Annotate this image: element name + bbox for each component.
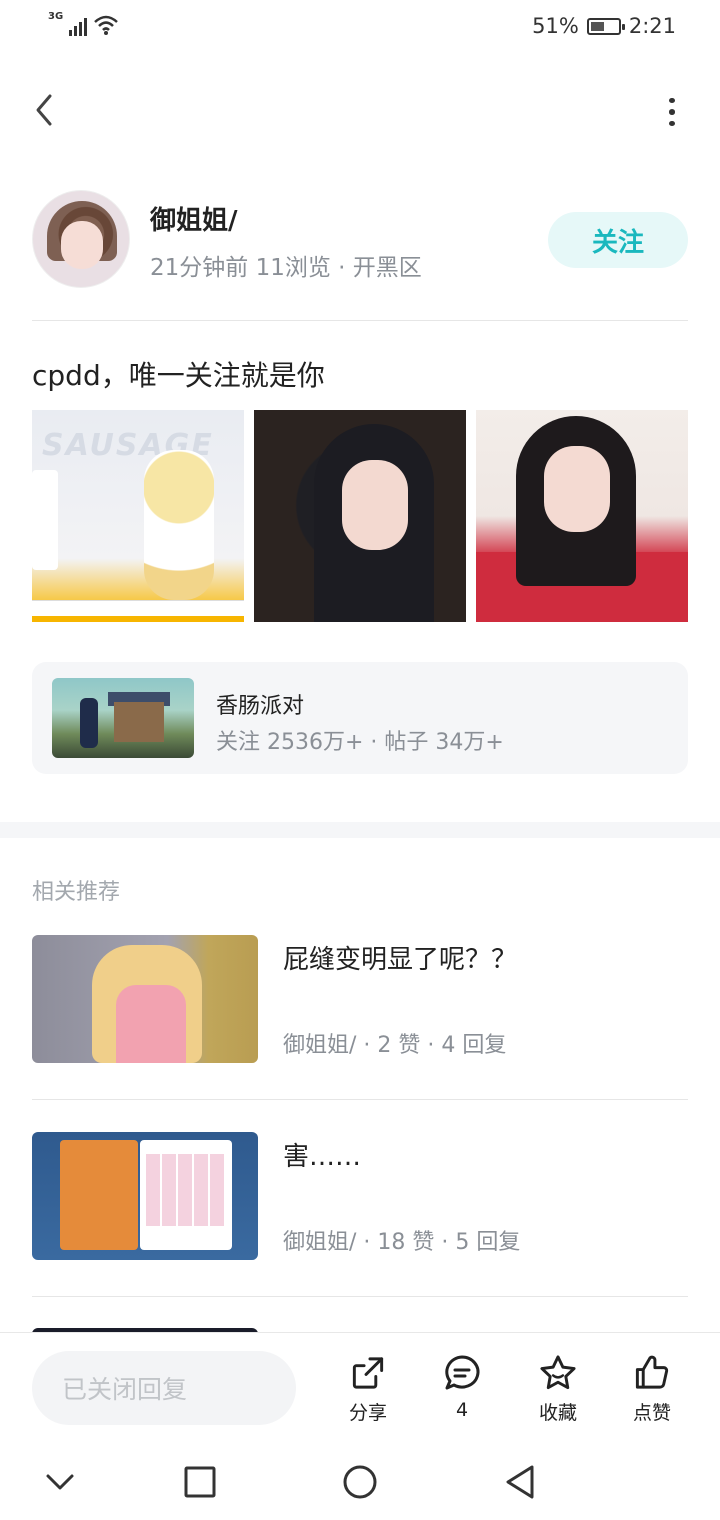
bottom-action-bar: 已关闭回复 分享 4 收藏 点赞 [0, 1332, 720, 1440]
network-type: 3G [48, 11, 64, 22]
recents-square-icon[interactable] [180, 1462, 220, 1502]
wifi-icon [94, 15, 119, 35]
share-icon [352, 1357, 384, 1389]
clock: 2:21 [628, 14, 676, 38]
chevron-left-icon[interactable] [26, 90, 66, 130]
post-images: SAUSAGE [32, 410, 688, 622]
battery-percent: 51% [532, 14, 579, 38]
like-label: 点赞 [632, 1402, 671, 1424]
chevron-down-icon[interactable] [40, 1462, 80, 1502]
game-title: 香肠派对 [216, 694, 305, 719]
more-vertical-icon[interactable] [664, 98, 680, 126]
status-bar: 3G 51% 2:21 [0, 0, 720, 56]
like-button[interactable]: 点赞 [622, 1353, 682, 1425]
comment-icon [445, 1355, 480, 1390]
game-card[interactable]: 香肠派对 关注 2536万+ · 帖子 34万+ [32, 662, 688, 774]
favorite-button[interactable]: 收藏 [528, 1353, 588, 1425]
star-icon [540, 1355, 576, 1390]
game-thumbnail [52, 678, 194, 758]
divider [32, 320, 688, 321]
follow-button[interactable]: 关注 [548, 212, 688, 268]
post-meta: 21分钟前 11浏览 · 开黑区 [150, 255, 422, 281]
author-row: 御姐姐/ 21分钟前 11浏览 · 开黑区 关注 [32, 190, 688, 290]
section-separator [0, 822, 720, 838]
list-item-meta: 御姐姐/ · 2 赞 · 4 回复 [283, 1033, 507, 1058]
divider [32, 1296, 688, 1297]
list-item[interactable]: 屁缝变明显了呢？？ 御姐姐/ · 2 赞 · 4 回复 [32, 935, 688, 1063]
author-name[interactable]: 御姐姐/ [150, 200, 238, 237]
favorite-label: 收藏 [538, 1402, 577, 1424]
post-image-selfie-2[interactable] [476, 410, 688, 622]
post-text: cpdd，唯一关注就是你 [32, 359, 325, 392]
post-image-selfie-1[interactable] [254, 410, 466, 622]
battery-icon [586, 17, 625, 35]
list-item-meta: 御姐姐/ · 18 赞 · 5 回复 [283, 1230, 521, 1255]
divider [32, 1099, 688, 1100]
status-right: 51% 2:21 [532, 14, 676, 38]
top-app-bar [0, 80, 720, 140]
back-triangle-icon[interactable] [500, 1462, 540, 1502]
status-left: 3G [48, 11, 119, 36]
list-item-title: 屁缝变明显了呢？？ [283, 945, 518, 975]
list-item-thumbnail [32, 935, 258, 1063]
share-button[interactable]: 分享 [338, 1353, 398, 1425]
reply-input[interactable]: 已关闭回复 [32, 1351, 296, 1425]
thumbs-up-icon [635, 1355, 669, 1389]
avatar[interactable] [32, 190, 130, 288]
recommendations-heading: 相关推荐 [32, 880, 121, 905]
share-label: 分享 [348, 1402, 387, 1424]
comment-button[interactable]: 4 [432, 1353, 492, 1425]
list-item-title: 害…… [283, 1142, 362, 1172]
signal-icon [69, 16, 88, 36]
home-circle-icon[interactable] [340, 1462, 380, 1502]
game-stats: 关注 2536万+ · 帖子 34万+ [216, 730, 504, 755]
comment-count: 4 [455, 1399, 469, 1421]
post-image-game-screenshot[interactable]: SAUSAGE [32, 410, 244, 622]
system-nav-bar [0, 1440, 720, 1520]
list-item[interactable]: 害…… 御姐姐/ · 18 赞 · 5 回复 [32, 1132, 688, 1260]
list-item-thumbnail [32, 1132, 258, 1260]
